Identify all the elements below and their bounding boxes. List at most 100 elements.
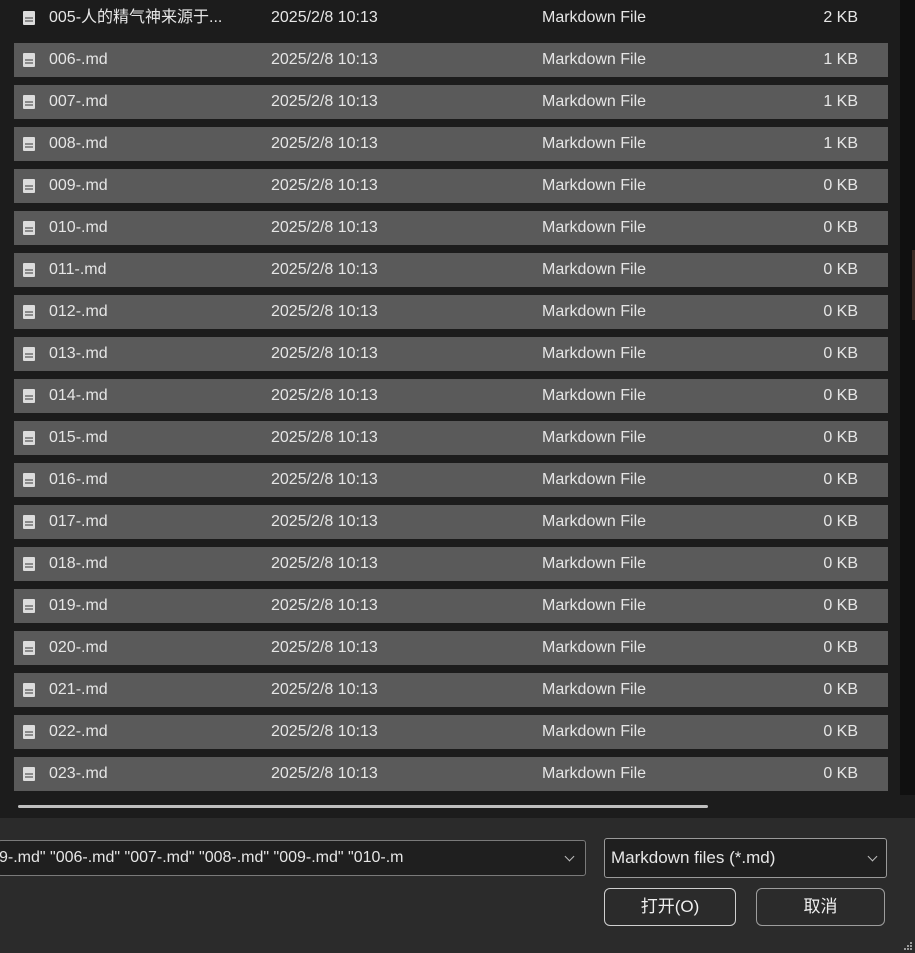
file-row[interactable]: 018-.md 2025/2/8 10:13 Markdown File 0 KB: [14, 547, 888, 581]
file-size: 0 KB: [823, 177, 858, 194]
file-name: 015-.md: [49, 429, 108, 446]
markdown-file-icon: [23, 95, 35, 109]
file-row[interactable]: 021-.md 2025/2/8 10:13 Markdown File 0 KB: [14, 673, 888, 707]
file-date: 2025/2/8 10:13: [271, 639, 378, 656]
file-row[interactable]: 008-.md 2025/2/8 10:13 Markdown File 1 KB: [14, 127, 888, 161]
file-list[interactable]: 005-人的精气神来源于... 2025/2/8 10:13 Markdown Fi…: [0, 0, 900, 795]
file-date: 2025/2/8 10:13: [271, 303, 378, 320]
file-row[interactable]: 020-.md 2025/2/8 10:13 Markdown File 0 KB: [14, 631, 888, 665]
file-date: 2025/2/8 10:13: [271, 51, 378, 68]
file-size: 1 KB: [823, 135, 858, 152]
file-type: Markdown File: [542, 177, 647, 194]
file-size: 0 KB: [823, 471, 858, 488]
markdown-file-icon: [23, 305, 35, 319]
file-row[interactable]: 010-.md 2025/2/8 10:13 Markdown File 0 KB: [14, 211, 888, 245]
file-size: 1 KB: [823, 51, 858, 68]
file-type: Markdown File: [542, 471, 647, 488]
file-name: 005-人的精气神来源于...: [49, 9, 223, 26]
file-name: 016-.md: [49, 471, 108, 488]
file-date: 2025/2/8 10:13: [271, 765, 378, 782]
file-size: 0 KB: [823, 723, 858, 740]
chevron-down-icon[interactable]: [564, 851, 575, 862]
filename-value[interactable]: 9-.md" "006-.md" "007-.md" "008-.md" "00…: [0, 841, 404, 875]
file-row[interactable]: 017-.md 2025/2/8 10:13 Markdown File 0 KB: [14, 505, 888, 539]
markdown-file-icon: [23, 599, 35, 613]
file-type: Markdown File: [542, 765, 647, 782]
markdown-file-icon: [23, 641, 35, 655]
file-type: Markdown File: [542, 345, 647, 362]
file-name: 008-.md: [49, 135, 108, 152]
file-name: 007-.md: [49, 93, 108, 110]
file-name: 023-.md: [49, 765, 108, 782]
file-size: 0 KB: [823, 429, 858, 446]
file-type: Markdown File: [542, 555, 647, 572]
markdown-file-icon: [23, 515, 35, 529]
file-row[interactable]: 023-.md 2025/2/8 10:13 Markdown File 0 KB: [14, 757, 888, 791]
file-type: Markdown File: [542, 261, 647, 278]
file-size: 0 KB: [823, 387, 858, 404]
horizontal-scrollbar-thumb[interactable]: [18, 805, 708, 808]
markdown-file-icon: [23, 137, 35, 151]
cancel-button[interactable]: 取消: [756, 888, 885, 926]
file-date: 2025/2/8 10:13: [271, 261, 378, 278]
file-name: 020-.md: [49, 639, 108, 656]
resize-grip-icon[interactable]: [904, 942, 912, 950]
file-type: Markdown File: [542, 303, 647, 320]
file-size: 0 KB: [823, 639, 858, 656]
file-date: 2025/2/8 10:13: [271, 387, 378, 404]
file-size: 2 KB: [823, 9, 858, 26]
file-date: 2025/2/8 10:13: [271, 555, 378, 572]
file-date: 2025/2/8 10:13: [271, 135, 378, 152]
file-name: 018-.md: [49, 555, 108, 572]
file-type: Markdown File: [542, 597, 647, 614]
file-type: Markdown File: [542, 93, 647, 110]
markdown-file-icon: [23, 767, 35, 781]
file-row[interactable]: 009-.md 2025/2/8 10:13 Markdown File 0 KB: [14, 169, 888, 203]
file-size: 0 KB: [823, 681, 858, 698]
file-name: 019-.md: [49, 597, 108, 614]
file-row[interactable]: 012-.md 2025/2/8 10:13 Markdown File 0 KB: [14, 295, 888, 329]
file-date: 2025/2/8 10:13: [271, 219, 378, 236]
file-name: 012-.md: [49, 303, 108, 320]
file-name: 021-.md: [49, 681, 108, 698]
file-row[interactable]: 007-.md 2025/2/8 10:13 Markdown File 1 KB: [14, 85, 888, 119]
file-row[interactable]: 014-.md 2025/2/8 10:13 Markdown File 0 KB: [14, 379, 888, 413]
file-row[interactable]: 005-人的精气神来源于... 2025/2/8 10:13 Markdown Fi…: [14, 1, 888, 35]
file-date: 2025/2/8 10:13: [271, 471, 378, 488]
markdown-file-icon: [23, 389, 35, 403]
open-button[interactable]: 打开(O): [604, 888, 736, 926]
file-date: 2025/2/8 10:13: [271, 345, 378, 362]
markdown-file-icon: [23, 683, 35, 697]
chevron-down-icon: [867, 851, 878, 862]
file-date: 2025/2/8 10:13: [271, 513, 378, 530]
file-size: 0 KB: [823, 597, 858, 614]
file-size: 0 KB: [823, 219, 858, 236]
file-row[interactable]: 006-.md 2025/2/8 10:13 Markdown File 1 KB: [14, 43, 888, 77]
vertical-scrollbar[interactable]: [900, 0, 915, 795]
file-size: 0 KB: [823, 345, 858, 362]
file-date: 2025/2/8 10:13: [271, 723, 378, 740]
file-name: 011-.md: [49, 261, 107, 278]
markdown-file-icon: [23, 221, 35, 235]
file-row[interactable]: 011-.md 2025/2/8 10:13 Markdown File 0 KB: [14, 253, 888, 287]
file-type: Markdown File: [542, 51, 647, 68]
file-row[interactable]: 022-.md 2025/2/8 10:13 Markdown File 0 KB: [14, 715, 888, 749]
file-type: Markdown File: [542, 135, 647, 152]
markdown-file-icon: [23, 557, 35, 571]
markdown-file-icon: [23, 431, 35, 445]
file-size: 1 KB: [823, 93, 858, 110]
filetype-select[interactable]: Markdown files (*.md): [604, 838, 887, 878]
filename-combobox[interactable]: 9-.md" "006-.md" "007-.md" "008-.md" "00…: [0, 840, 586, 876]
file-name: 009-.md: [49, 177, 108, 194]
file-row[interactable]: 019-.md 2025/2/8 10:13 Markdown File 0 KB: [14, 589, 888, 623]
file-size: 0 KB: [823, 303, 858, 320]
file-row[interactable]: 013-.md 2025/2/8 10:13 Markdown File 0 KB: [14, 337, 888, 371]
file-size: 0 KB: [823, 513, 858, 530]
file-name: 017-.md: [49, 513, 108, 530]
file-size: 0 KB: [823, 555, 858, 572]
file-type: Markdown File: [542, 9, 647, 26]
file-row[interactable]: 016-.md 2025/2/8 10:13 Markdown File 0 KB: [14, 463, 888, 497]
file-row[interactable]: 015-.md 2025/2/8 10:13 Markdown File 0 KB: [14, 421, 888, 455]
file-date: 2025/2/8 10:13: [271, 429, 378, 446]
file-type: Markdown File: [542, 681, 647, 698]
